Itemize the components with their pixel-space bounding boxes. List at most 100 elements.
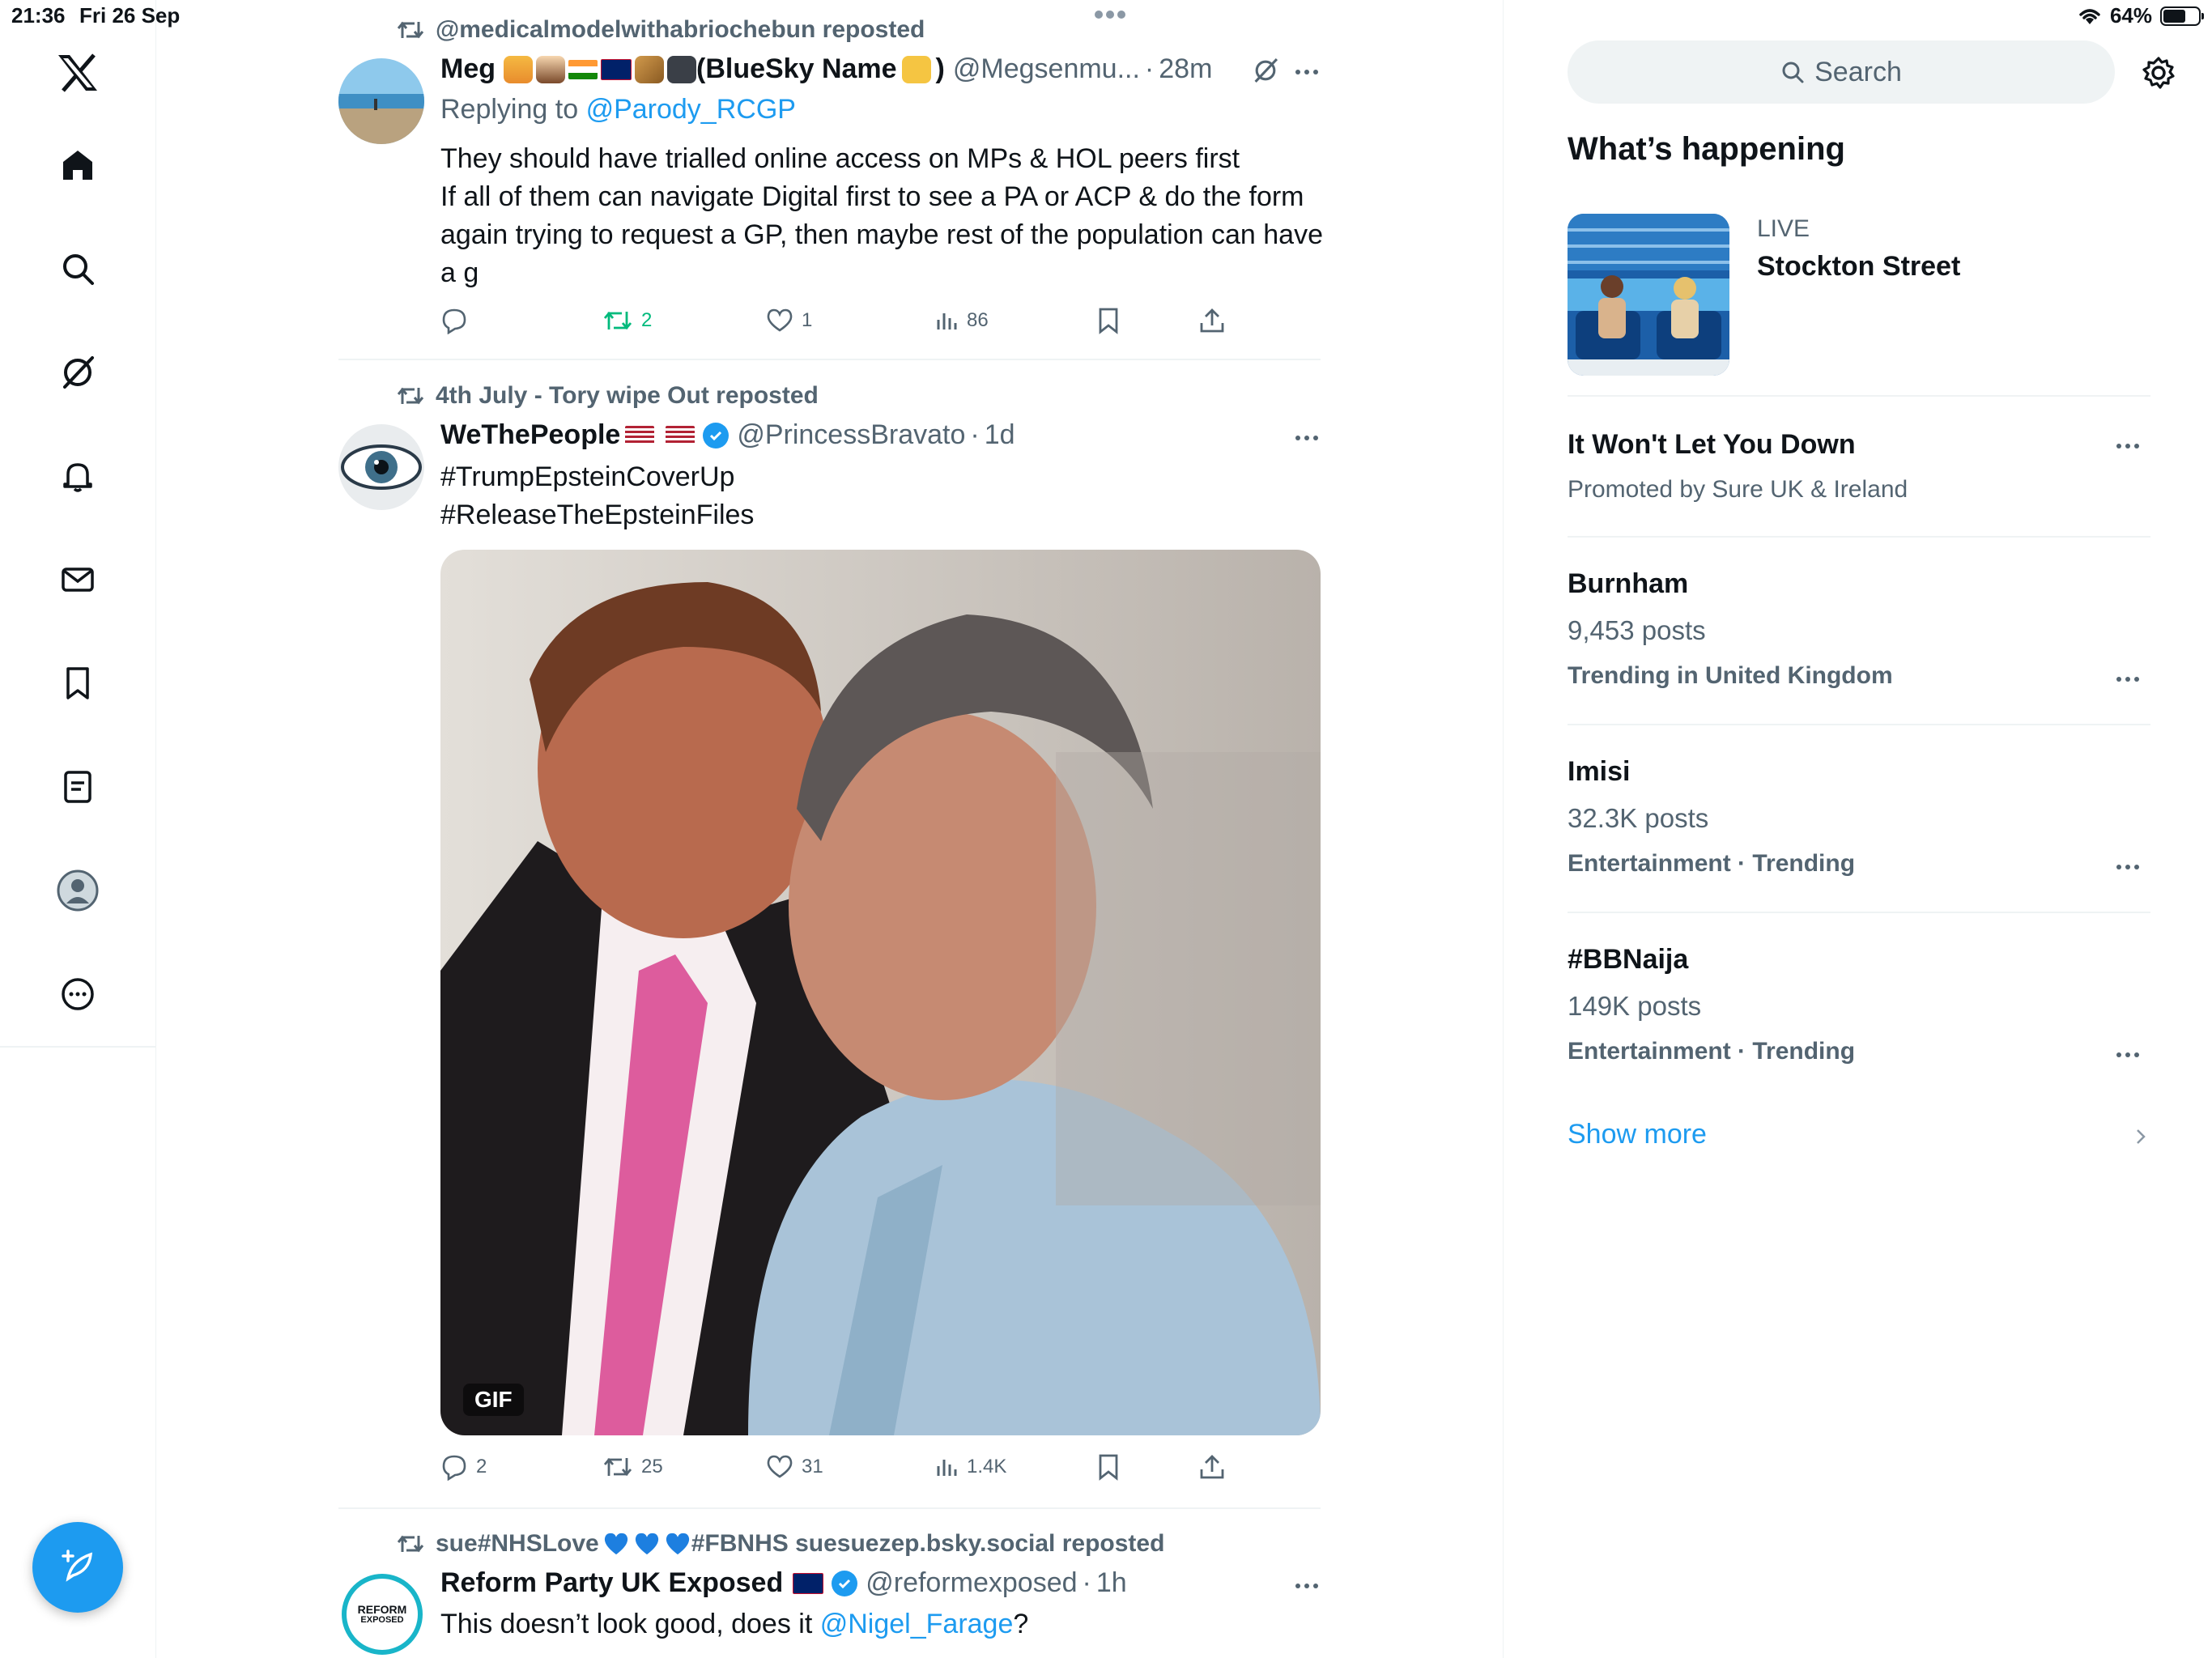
more-options-icon[interactable] <box>2116 674 2144 685</box>
x-logo[interactable] <box>47 42 108 104</box>
repost-button[interactable]: 25 <box>602 1455 663 1479</box>
gif-badge: GIF <box>463 1384 524 1416</box>
live-title[interactable]: Stockton Street <box>1757 251 1960 283</box>
share-icon <box>1198 1453 1226 1481</box>
display-name[interactable]: WeThePeople <box>440 419 620 451</box>
whats-happening-title: What’s happening <box>1568 131 1845 167</box>
live-thumbnail[interactable] <box>1568 214 1729 376</box>
profile-icon[interactable] <box>47 860 108 921</box>
repost-context[interactable]: 4th July - Tory wipe Out reposted <box>397 382 819 410</box>
replying-to: Replying to @Parody_RCGP <box>440 94 796 125</box>
views-icon <box>934 308 959 333</box>
trend-item[interactable]: Burnham 9,453 posts Trending in United K… <box>1568 538 2150 724</box>
battery-icon <box>2160 6 2204 26</box>
messages-icon[interactable] <box>47 549 108 610</box>
more-options-icon[interactable] <box>2116 861 2144 873</box>
trend-item[interactable]: Imisi 32.3K posts Entertainment · Trendi… <box>1568 725 2150 912</box>
replying-to-mention[interactable]: @Parody_RCGP <box>586 94 796 125</box>
views-count: 86 <box>967 309 989 331</box>
tweet-time[interactable]: 1d <box>985 419 1015 451</box>
share-icon <box>1198 307 1226 334</box>
user-handle[interactable]: @reformexposed <box>866 1567 1077 1599</box>
mention-link[interactable]: @Nigel_Farage <box>820 1609 1014 1639</box>
hashtag-link[interactable]: #ReleaseTheEpsteinFiles <box>440 496 754 534</box>
views-button[interactable]: 1.4K <box>934 1455 1006 1479</box>
trend-post-count: 32.3K posts <box>1568 803 1709 833</box>
lists-icon[interactable] <box>47 756 108 818</box>
trend-item[interactable]: It Won't Let You Down Promoted by Sure U… <box>1568 405 2150 534</box>
compose-button[interactable] <box>32 1522 123 1613</box>
views-button[interactable]: 86 <box>934 308 989 333</box>
more-icon[interactable] <box>47 963 108 1025</box>
search-icon[interactable] <box>47 238 108 300</box>
tweet-time[interactable]: 1h <box>1096 1567 1127 1599</box>
repost-context[interactable]: sue#NHSLove #FBNHS suesuezep.bsky.social… <box>397 1530 1164 1558</box>
reply-button[interactable] <box>440 307 476 334</box>
repost-count: 2 <box>641 309 653 331</box>
more-options-icon[interactable] <box>1295 66 1323 78</box>
share-button[interactable] <box>1198 307 1226 334</box>
repost-context[interactable]: @medicalmodelwithabriochebun reposted <box>397 16 925 44</box>
blue-heart-icon <box>664 1532 691 1556</box>
reply-button[interactable]: 2 <box>440 1453 487 1481</box>
repost-icon <box>602 1455 633 1479</box>
repost-icon <box>602 308 633 333</box>
display-name[interactable]: Reform Party UK Exposed <box>440 1567 783 1599</box>
tweet-text-end: ? <box>1013 1609 1029 1639</box>
trend-item[interactable]: #BBNaija 149K posts Entertainment · Tren… <box>1568 913 2150 1099</box>
tab-handle-icon[interactable] <box>1090 6 1130 23</box>
grok-explain-icon[interactable] <box>1252 57 1279 84</box>
search-input[interactable]: Search <box>1568 40 2115 104</box>
trend-context: Trending in United Kingdom <box>1568 662 1893 689</box>
share-button[interactable] <box>1198 1453 1226 1481</box>
more-options-icon[interactable] <box>1295 1580 1323 1592</box>
nav-divider <box>0 1046 155 1048</box>
bookmarks-icon[interactable] <box>47 653 108 714</box>
india-flag <box>568 59 598 79</box>
hashtag-link[interactable]: #TrumpEpsteinCoverUp <box>440 458 734 496</box>
like-count: 31 <box>802 1456 823 1477</box>
user-handle[interactable]: @Megsenmu... <box>953 53 1140 85</box>
settings-gear-icon[interactable] <box>2141 55 2176 91</box>
home-icon[interactable] <box>47 134 108 196</box>
repost-context-text: 4th July - Tory wipe Out reposted <box>436 382 819 409</box>
views-count: 1.4K <box>967 1456 1007 1477</box>
search-icon <box>1780 60 1805 84</box>
like-button[interactable]: 1 <box>766 308 812 334</box>
trend-post-count: 9,453 posts <box>1568 615 1706 645</box>
repost-context-text: sue#NHSLove #FBNHS suesuezep.bsky.social… <box>436 1530 1164 1558</box>
blue-heart-icon <box>602 1532 630 1556</box>
tweet-header: Reform Party UK Exposed @reformexposed ·… <box>440 1567 1127 1599</box>
tweet-actions: 2 1 86 <box>440 304 1331 337</box>
bookmark-button[interactable] <box>1096 1453 1121 1481</box>
display-name-suffix: (BlueSky Name <box>696 53 897 84</box>
grok-icon[interactable] <box>47 342 108 403</box>
more-options-icon[interactable] <box>2116 1049 2144 1061</box>
notifications-icon[interactable] <box>47 445 108 507</box>
avatar-logo-subtext: EXPOSED <box>360 1615 404 1625</box>
tweet-media-gif[interactable]: GIF <box>440 550 1321 1435</box>
tweet-time[interactable]: 28m <box>1159 53 1212 85</box>
status-right: 64% <box>2078 3 2204 28</box>
avatar-logo-text: REFORM <box>357 1603 407 1616</box>
avatar[interactable] <box>338 58 424 144</box>
bookmark-button[interactable] <box>1096 307 1121 334</box>
bookmark-icon <box>1096 307 1121 334</box>
repost-small-icon <box>397 19 424 41</box>
cricket-emoji <box>635 55 664 83</box>
user-handle[interactable]: @PrincessBravato <box>737 419 965 451</box>
camera-emoji <box>667 55 696 83</box>
display-name[interactable]: Meg <box>440 53 496 85</box>
trend-title: It Won't Let You Down <box>1568 429 1856 460</box>
heart-icon <box>766 308 793 334</box>
show-more-link[interactable]: Show more <box>1568 1117 2150 1158</box>
more-options-icon[interactable] <box>2116 440 2144 452</box>
repost-button[interactable]: 2 <box>602 308 652 333</box>
avatar[interactable]: REFORM EXPOSED <box>342 1574 423 1655</box>
like-button[interactable]: 31 <box>766 1454 823 1480</box>
avatar[interactable] <box>338 424 424 510</box>
more-options-icon[interactable] <box>1295 432 1323 444</box>
woman-emoji <box>536 55 565 83</box>
reply-count: 2 <box>476 1456 487 1477</box>
repost-count: 25 <box>641 1456 663 1477</box>
